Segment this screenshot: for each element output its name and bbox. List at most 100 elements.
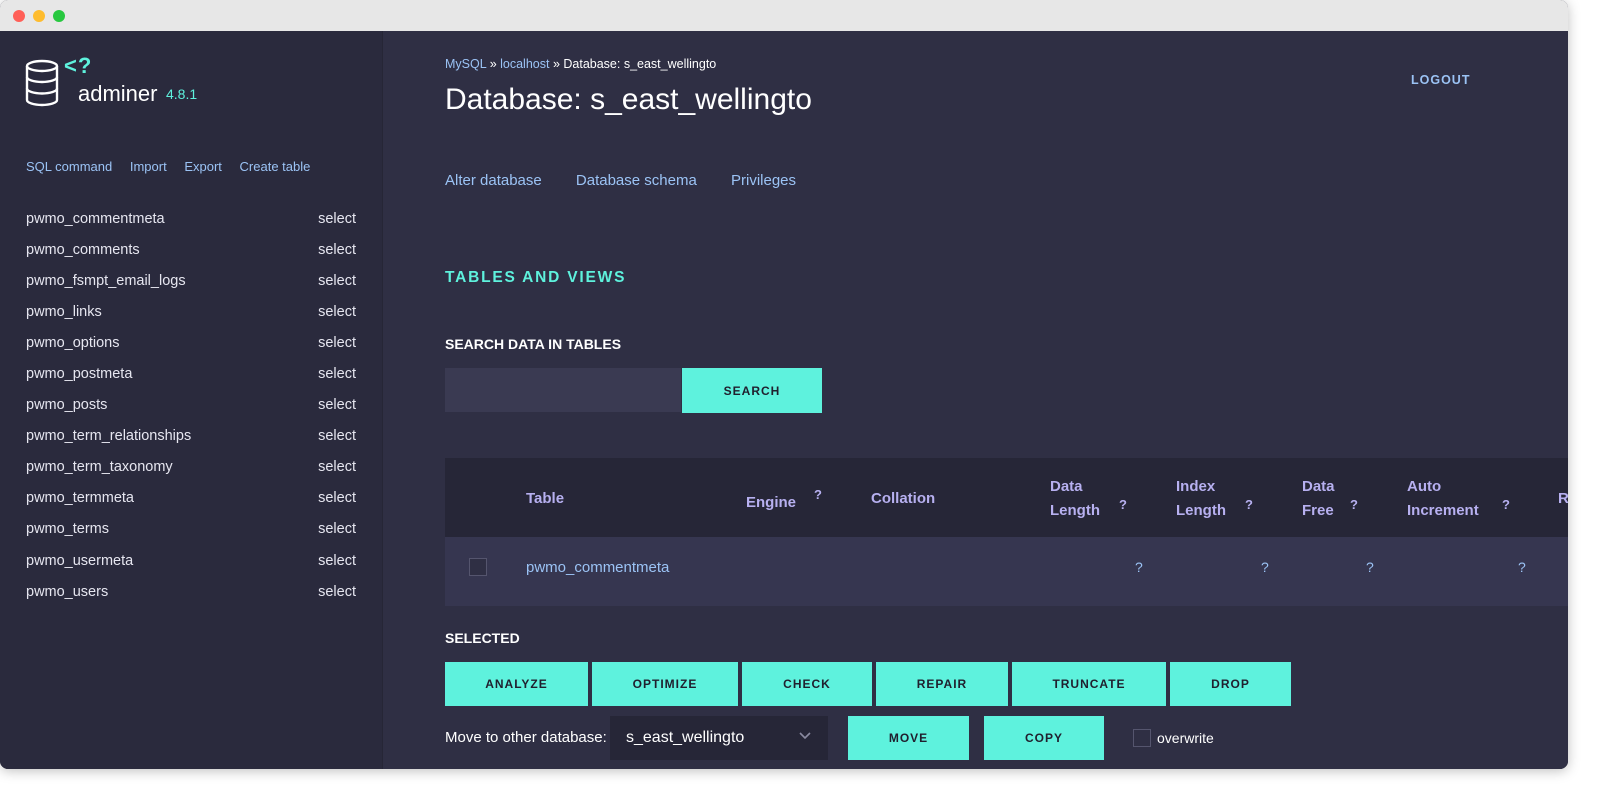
table-link[interactable]: pwmo_comments	[26, 242, 140, 258]
column-header-data-free[interactable]: Data	[1302, 475, 1335, 499]
column-header-collation[interactable]: Collation	[871, 487, 935, 511]
column-header-index-length[interactable]: Length	[1176, 499, 1226, 523]
table-link[interactable]: pwmo_usermeta	[26, 553, 133, 569]
export-link[interactable]: Export	[184, 159, 222, 174]
select-link[interactable]: select	[318, 584, 356, 600]
database-icon	[25, 59, 59, 107]
table-name-link[interactable]: pwmo_commentmeta	[526, 559, 669, 576]
logo-code-mark: <?	[64, 53, 93, 78]
select-link[interactable]: select	[318, 397, 356, 413]
overwrite-checkbox[interactable]	[1133, 729, 1151, 747]
table-link[interactable]: pwmo_fsmpt_email_logs	[26, 273, 186, 289]
select-link[interactable]: select	[318, 553, 356, 569]
app-name[interactable]: adminer	[78, 81, 157, 107]
row-checkbox[interactable]	[469, 558, 487, 576]
move-to-database-label: Move to other database:	[445, 729, 607, 746]
column-header-auto-increment[interactable]: Increment	[1407, 499, 1479, 523]
auto-increment-value[interactable]: ?	[1518, 559, 1526, 575]
section-title: TABLES AND VIEWS	[445, 269, 627, 286]
target-database-select[interactable]: s_east_wellingto	[610, 716, 828, 760]
data-length-help-icon[interactable]: ?	[1119, 497, 1127, 512]
table-link[interactable]: pwmo_postmeta	[26, 366, 132, 382]
search-button[interactable]: SEARCH	[682, 368, 822, 413]
page-title: Database: s_east_wellingto	[445, 83, 812, 116]
select-link[interactable]: select	[318, 273, 356, 289]
column-header-index-length[interactable]: Index	[1176, 475, 1215, 499]
column-header-data-length[interactable]: Data	[1050, 475, 1083, 499]
engine-help-icon[interactable]: ?	[814, 487, 822, 502]
breadcrumb-separator: »	[486, 57, 501, 71]
table-link[interactable]: pwmo_terms	[26, 521, 109, 537]
table-link[interactable]: pwmo_posts	[26, 397, 107, 413]
auto-increment-help-icon[interactable]: ?	[1502, 497, 1510, 512]
column-header-table[interactable]: Table	[526, 487, 564, 511]
app-version[interactable]: 4.8.1	[166, 86, 197, 102]
repair-button[interactable]: REPAIR	[876, 662, 1008, 706]
database-schema-link[interactable]: Database schema	[576, 172, 697, 189]
column-header-rows[interactable]: R	[1558, 487, 1568, 511]
select-link[interactable]: select	[318, 335, 356, 351]
import-link[interactable]: Import	[130, 159, 167, 174]
optimize-button[interactable]: OPTIMIZE	[592, 662, 738, 706]
list-item: pwmo_fsmpt_email_logs select	[26, 265, 356, 296]
data-free-value[interactable]: ?	[1366, 559, 1374, 575]
select-link[interactable]: select	[318, 242, 356, 258]
table-header	[445, 458, 1568, 537]
search-label: SEARCH DATA IN TABLES	[445, 336, 622, 352]
select-link[interactable]: select	[318, 490, 356, 506]
overwrite-label: overwrite	[1157, 730, 1214, 746]
table-link[interactable]: pwmo_commentmeta	[26, 211, 165, 227]
check-button[interactable]: CHECK	[742, 662, 872, 706]
select-link[interactable]: select	[318, 211, 356, 227]
sql-command-link[interactable]: SQL command	[26, 159, 112, 174]
data-free-help-icon[interactable]: ?	[1350, 497, 1358, 512]
copy-button[interactable]: COPY	[984, 716, 1104, 760]
table-link[interactable]: pwmo_term_taxonomy	[26, 459, 173, 475]
table-link[interactable]: pwmo_termmeta	[26, 490, 134, 506]
maximize-window-button[interactable]	[53, 10, 65, 22]
table-link[interactable]: pwmo_options	[26, 335, 120, 351]
create-table-link[interactable]: Create table	[240, 159, 311, 174]
breadcrumb-mysql[interactable]: MySQL	[445, 57, 486, 71]
sidebar-links: SQL command Import Export Create table	[26, 159, 324, 174]
analyze-button[interactable]: ANALYZE	[445, 662, 588, 706]
column-header-auto-increment[interactable]: Auto	[1407, 475, 1441, 499]
select-link[interactable]: select	[318, 304, 356, 320]
list-item: pwmo_postmeta select	[26, 358, 356, 389]
list-item: pwmo_options select	[26, 327, 356, 358]
sidebar: <? adminer 4.8.1 SQL command Import Expo…	[0, 31, 383, 769]
sidebar-table-list: pwmo_commentmeta select pwmo_comments sele…	[26, 203, 356, 607]
index-length-value[interactable]: ?	[1261, 559, 1269, 575]
target-database-value: s_east_wellingto	[626, 729, 745, 746]
select-link[interactable]: select	[318, 428, 356, 444]
close-window-button[interactable]	[13, 10, 25, 22]
index-length-help-icon[interactable]: ?	[1245, 497, 1253, 512]
privileges-link[interactable]: Privileges	[731, 172, 796, 189]
breadcrumb-separator: »	[549, 57, 564, 71]
window-titlebar	[0, 0, 1568, 31]
main-content: MySQL » localhost » Database: s_east_wel…	[384, 31, 1568, 769]
column-header-data-length[interactable]: Length	[1050, 499, 1100, 523]
column-header-engine[interactable]: Engine	[746, 491, 796, 515]
select-link[interactable]: select	[318, 366, 356, 382]
app-window: <? adminer 4.8.1 SQL command Import Expo…	[0, 0, 1568, 769]
alter-database-link[interactable]: Alter database	[445, 172, 542, 189]
data-length-value[interactable]: ?	[1135, 559, 1143, 575]
drop-button[interactable]: DROP	[1170, 662, 1291, 706]
table-link[interactable]: pwmo_links	[26, 304, 102, 320]
breadcrumb-host[interactable]: localhost	[500, 57, 549, 71]
minimize-window-button[interactable]	[33, 10, 45, 22]
truncate-button[interactable]: TRUNCATE	[1012, 662, 1166, 706]
tables-table: Table Engine ? Collation Data Length ? I…	[445, 458, 1568, 606]
select-link[interactable]: select	[318, 521, 356, 537]
move-button[interactable]: MOVE	[848, 716, 969, 760]
chevron-down-icon	[799, 732, 811, 740]
column-header-data-free[interactable]: Free	[1302, 499, 1334, 523]
logout-button[interactable]: LOGOUT	[1411, 73, 1470, 87]
select-link[interactable]: select	[318, 459, 356, 475]
table-link[interactable]: pwmo_users	[26, 584, 108, 600]
list-item: pwmo_comments select	[26, 234, 356, 265]
selected-label: SELECTED	[445, 630, 520, 646]
table-link[interactable]: pwmo_term_relationships	[26, 428, 191, 444]
search-input[interactable]	[445, 368, 681, 412]
